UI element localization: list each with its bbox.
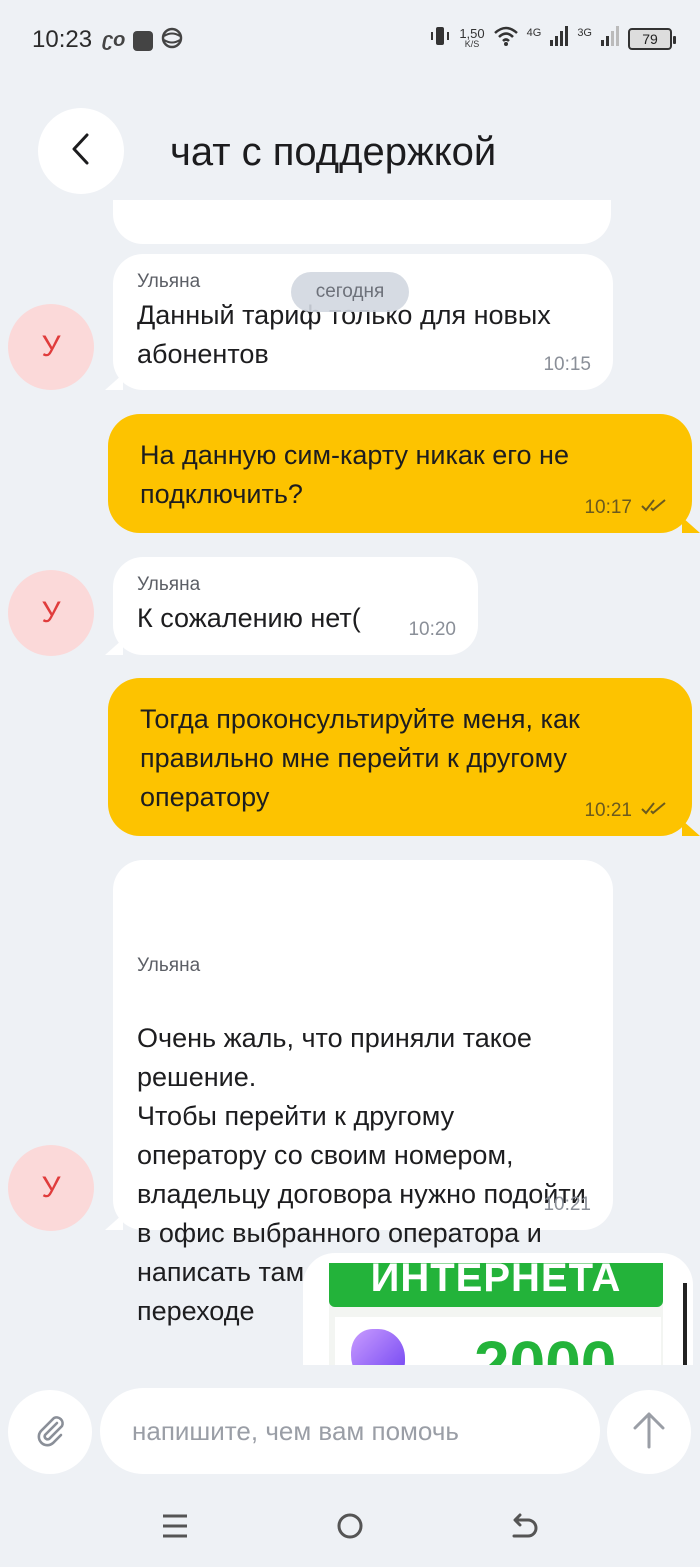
promo-banner-text: ИНТЕРНЕТА (329, 1263, 663, 1307)
signal-icon-2 (600, 25, 620, 52)
battery-icon: 79 (628, 27, 676, 50)
message-time: 10:20 (408, 619, 456, 640)
back-button[interactable] (38, 108, 124, 194)
paperclip-icon (31, 1411, 69, 1454)
app-notification-icon: ʗo (102, 29, 126, 51)
network-type-1: 4G (526, 26, 542, 39)
back-nav-button[interactable] (505, 1510, 545, 1546)
system-navigation-bar (0, 1490, 700, 1567)
message-text: К сожалению нет( (137, 603, 361, 633)
status-bar: 10:23 ʗo 1,50 K/S 4G 3G 79 (0, 0, 700, 80)
message-text: На данную сим-карту никак его не подключ… (140, 440, 569, 509)
send-button[interactable] (607, 1390, 691, 1474)
outgoing-message[interactable]: Тогда проконсультируйте меня, как правил… (108, 678, 700, 836)
vibrate-icon (429, 24, 451, 53)
incoming-message[interactable]: Ульяна К сожалению нет( 10:20 (105, 557, 478, 655)
message-time: 10:17 (584, 497, 632, 518)
network-type-2: 3G (577, 26, 592, 39)
image-message[interactable]: ИНТЕРНЕТА 2000 (303, 1253, 693, 1365)
message-sender: Ульяна (137, 574, 201, 595)
message-list[interactable]: У Ульяна Данный тариф только для новых а… (0, 200, 700, 1365)
chevron-left-icon (69, 132, 93, 171)
agent-avatar: У (8, 304, 94, 390)
double-check-icon (640, 497, 668, 519)
image-edge (683, 1283, 687, 1365)
globe-app-icon (161, 27, 183, 54)
message-time: 10:21 (543, 1194, 591, 1215)
page-title: чат с поддержкой (170, 130, 497, 174)
square-app-icon (133, 30, 154, 51)
signal-icon-1 (549, 25, 569, 52)
wifi-icon (493, 25, 519, 52)
home-nav-button[interactable] (330, 1510, 370, 1546)
double-check-icon (640, 800, 668, 822)
message-input[interactable] (100, 1388, 600, 1474)
message-sender: Ульяна (137, 955, 201, 976)
incoming-message[interactable]: Ульяна Очень жаль, что приняли такое реш… (105, 860, 613, 1326)
back-arrow-icon (510, 1512, 540, 1545)
message-time: 10:21 (584, 800, 632, 821)
agent-avatar: У (8, 1145, 94, 1231)
message-text: Тогда проконсультируйте меня, как правил… (140, 704, 580, 812)
previous-message-bubble (113, 200, 611, 244)
message-composer (0, 1388, 700, 1478)
outgoing-message[interactable]: На данную сим-карту никак его не подключ… (108, 414, 700, 533)
promo-number: 2000 (474, 1328, 617, 1365)
system-icons: 1,50 K/S 4G 3G 79 (429, 24, 676, 53)
message-meta: 10:21 (584, 800, 668, 822)
attach-button[interactable] (8, 1390, 92, 1474)
notification-icons: ʗo (102, 27, 183, 54)
date-divider: сегодня (291, 272, 409, 312)
promo-image: ИНТЕРНЕТА 2000 (329, 1263, 663, 1365)
network-speed: 1,50 K/S (459, 25, 485, 49)
chat-header: чат с поддержкой (0, 108, 700, 198)
home-circle-icon (335, 1511, 365, 1546)
status-time: 10:23 (32, 26, 93, 53)
message-meta: 10:17 (584, 497, 668, 519)
menu-nav-button[interactable] (155, 1510, 195, 1546)
menu-icon (161, 1512, 189, 1545)
agent-avatar: У (8, 570, 94, 656)
arrow-up-icon (631, 1410, 667, 1455)
message-time: 10:15 (543, 354, 591, 375)
